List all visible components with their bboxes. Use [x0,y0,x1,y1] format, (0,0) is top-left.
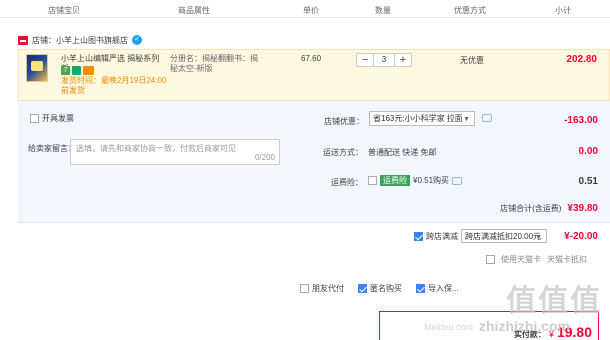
shop-discount-amount: -163.00 [564,115,598,126]
tmall-icon [18,35,28,45]
shipping-amount: 0.00 [578,146,598,157]
insurance-label: 运费险： [331,178,363,187]
shipping-method: 普通配送 快递 免邮 [368,148,437,157]
invoice-label: 开具发票 [42,114,74,123]
shop-total-amount: ¥39.80 [567,203,598,214]
column-header-attrs: 商品属性 [178,6,210,15]
ship-time-note: 发货时间：最晚2月19日24:00前发货 [61,76,167,95]
insurance-text: ¥0.51购买 [413,176,450,185]
seven-day-return-icon: 7 [61,66,70,75]
cross-store-checkbox[interactable] [414,231,423,241]
unit-price: 67.60 [301,54,322,63]
shop-name[interactable]: 店铺：小羊上山图书旗舰店 [32,35,128,46]
tmall-card-checkbox[interactable] [486,255,495,264]
message-label: 给卖家留言： [28,144,76,153]
tmall-card-row: 使用天猫卡 天猫卡抵扣 [486,254,587,265]
invoice-checkbox[interactable] [30,114,39,123]
shop-total: 店铺合计(含运费) ¥39.80 [500,203,598,214]
cross-store-value: 跨店满减抵扣20.00元 [465,232,542,241]
import-label: 导入保... [428,284,459,293]
quantity-input[interactable]: 3 [373,54,395,66]
watermark-domain: zhizhizhi.com [479,318,570,334]
shop-discount-value: 省163元:小小科学家 拉面 [373,114,463,123]
cross-store-label: 跨店满减 [426,231,458,241]
chat-icon[interactable]: ✓ [132,35,142,45]
tmall-card-label: 使用天猫卡 [501,255,541,264]
chevron-down-icon: ▼ [463,116,470,123]
friend-pay-option[interactable]: 朋友代付 [300,283,344,294]
shop-discount-label: 店铺优惠： [324,117,364,126]
watermark-site: Meideu.com [424,322,474,332]
import-option[interactable]: 导入保... [416,283,459,294]
tmall-card-deduct: 天猫卡抵扣 [547,255,587,264]
item-discount: 无优惠 [460,56,484,65]
insurance-amount: 0.51 [578,176,598,187]
column-header-qty: 数量 [375,6,391,15]
anonymous-label: 匿名购买 [370,284,402,293]
guarantee-icon [72,66,81,75]
friend-pay-checkbox[interactable] [300,284,309,293]
message-placeholder: 选填，请先和商家协商一致，付款后商家可见 [76,144,236,153]
product-badges: 7 [61,66,94,75]
anonymous-option[interactable]: 匿名购买 [358,283,402,294]
product-attributes: 分册名：揭秘翻翻书：揭秘太空-新版 [170,54,258,73]
cross-store-amount: ¥-20.00 [564,231,598,242]
cross-store-discount: 跨店满减 跨店满减抵扣20.00元 ▼ [414,229,547,243]
cross-store-select[interactable]: 跨店满减抵扣20.00元 ▼ [461,229,547,243]
column-header-discount: 优惠方式 [454,6,486,15]
shop-line: 店铺：小羊上山图书旗舰店 ✓ [18,33,142,47]
column-header-subtotal: 小计 [555,6,571,15]
import-checkbox[interactable] [416,284,425,293]
friend-pay-label: 朋友代付 [312,284,344,293]
anonymous-checkbox[interactable] [358,284,367,293]
increase-button[interactable]: + [395,54,411,66]
shop-total-label: 店铺合计(含运费) [500,204,562,213]
decrease-button[interactable]: − [357,54,373,66]
chevron-down-icon: ▼ [535,234,542,241]
product-thumbnail[interactable] [26,54,48,82]
watermark-logo: 值值值 [506,285,602,318]
invoice-option[interactable]: 开具发票 [30,113,74,124]
message-counter: 0/200 [254,153,275,162]
help-icon[interactable] [452,176,463,185]
credit-card-icon [83,66,94,75]
seller-message-input[interactable]: 选填，请先和商家协商一致，付款后商家可见 0/200 [70,139,280,165]
insurance-tag: 运费险 [380,175,410,186]
cart-item: 小羊上山编辑严选 揭秘系列新... 7 发货时间：最晚2月19日24:00前发货… [18,49,610,101]
order-extra-options: 朋友代付 匿名购买 导入保... [300,283,469,294]
shipping-label: 运送方式： [323,148,363,157]
quantity-stepper: − 3 + [356,53,412,67]
item-subtotal: 202.80 [566,54,597,65]
column-header-price: 单价 [303,6,319,15]
column-header-item: 店铺宝贝 [48,6,80,15]
shop-discount-select[interactable]: 省163元:小小科学家 拉面 ▼ [369,111,475,126]
insurance-option[interactable]: 运费险 ¥0.51购买 [368,175,463,186]
insurance-checkbox[interactable] [368,176,377,185]
comment-icon[interactable] [482,114,492,122]
column-header-row: 店铺宝贝 商品属性 单价 数量 优惠方式 小计 [0,0,610,18]
